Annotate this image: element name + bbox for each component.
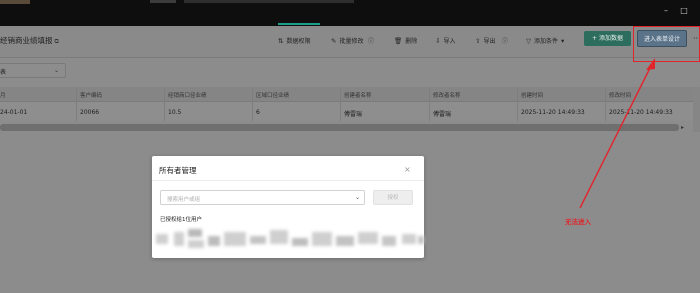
caret-down-icon: ▾ [561,37,565,45]
data-permission-button[interactable]: ⇅ 数据权限 [278,36,310,45]
active-tab-indicator [278,23,320,25]
import-label: 导入 [443,38,456,45]
vertical-scrollbar[interactable] [693,87,700,132]
cell-modifier: 傅雷瑞 [433,111,452,118]
column-divider [605,87,606,121]
column-divider [340,87,341,121]
scroll-right-icon[interactable]: ▸ [681,124,684,131]
cell-created-time: 2025-11-20 14:49:33 [521,109,585,116]
minimize-button[interactable]: – [661,6,671,16]
cell-creator: 傅雷瑞 [344,111,363,118]
import-icon: ⇩ [435,37,441,45]
add-condition-button[interactable]: ▽ 添加条件 ▾ [526,36,567,45]
batch-edit-label: 批量修改 [339,38,364,45]
cell-customer-code: 20066 [80,109,100,116]
column-divider [164,87,165,121]
import-button[interactable]: ⇩ 导入 [435,36,455,45]
user-search-select[interactable]: 搜索用户或组 ⌄ [160,190,365,205]
column-header-customer-code[interactable]: 客户编码 [80,91,102,99]
divider [152,180,424,181]
chevron-down-icon: ⌄ [54,67,60,74]
annotation-highlight-box [633,26,700,62]
export-info-icon[interactable]: ⓘ [502,36,508,45]
column-header-modifier[interactable]: 修改者名称 [433,91,461,99]
data-permission-label: 数据权限 [286,38,311,45]
info-icon: ⓘ [502,38,509,45]
batch-edit-info-icon[interactable]: ⓘ [368,36,374,45]
column-header-month[interactable]: 月 [0,91,6,99]
maximize-button[interactable]: □ [679,6,689,16]
cell-month: 24-01-01 [0,109,28,116]
annotation-label: 无法进入 [565,218,591,226]
granted-count-text: 已授权给1位用户 [160,217,202,223]
cell-region-performance: 6 [256,109,260,116]
column-header-region-performance[interactable]: 区域口径业绩 [256,91,289,99]
copy-icon[interactable]: ⧉ [55,38,59,45]
close-icon[interactable]: × [404,165,411,174]
column-divider [76,87,77,121]
horizontal-scrollbar[interactable] [0,124,679,131]
delete-button[interactable]: 🗑 删除 [394,36,417,45]
owner-management-dialog: 所有者管理 × 搜索用户或组 ⌄ 授权 已授权给1位用户 [152,156,424,258]
sort-icon: ⇅ [278,37,284,45]
page-title: 经销商业绩填报 ⧉ [0,35,59,46]
cell-dealer-performance: 10.5 [168,109,182,116]
export-icon: ⇧ [475,37,481,45]
column-header-creator[interactable]: 创建者名称 [344,91,372,99]
edit-icon: ✎ [331,37,337,45]
search-placeholder: 搜索用户或组 [167,197,201,203]
view-select[interactable]: 表 ⌄ [0,63,66,78]
trash-icon: 🗑 [394,37,403,45]
cell-modified-time: 2025-11-20 14:49:33 [609,109,673,116]
add-data-button[interactable]: + 添加数据 [584,31,631,46]
column-header-created-time[interactable]: 创建时间 [521,91,543,99]
column-divider [517,87,518,121]
chevron-down-icon: ⌄ [355,194,361,201]
view-select-value: 表 [0,69,7,76]
blurred-window-title [184,0,354,3]
page-title-text: 经销商业绩填报 [0,36,53,45]
batch-edit-button[interactable]: ✎ 批量修改 [331,36,363,45]
grant-button[interactable]: 授权 [373,190,413,205]
info-icon: ⓘ [368,38,375,45]
delete-label: 删除 [405,38,418,45]
column-header-modified-time[interactable]: 修改时间 [609,91,631,99]
column-divider [252,87,253,121]
app-thumbnail [0,0,30,4]
column-divider [429,87,430,121]
export-label: 导出 [483,38,496,45]
add-condition-label: 添加条件 [534,38,559,45]
export-button[interactable]: ⇧ 导出 [475,36,495,45]
dialog-title: 所有者管理 [159,166,197,175]
filter-icon: ▽ [526,37,531,45]
app-thumbnail [150,0,176,3]
window-top-bar: – □ [0,0,700,26]
column-header-dealer-performance[interactable]: 经销商口径业绩 [168,91,207,99]
